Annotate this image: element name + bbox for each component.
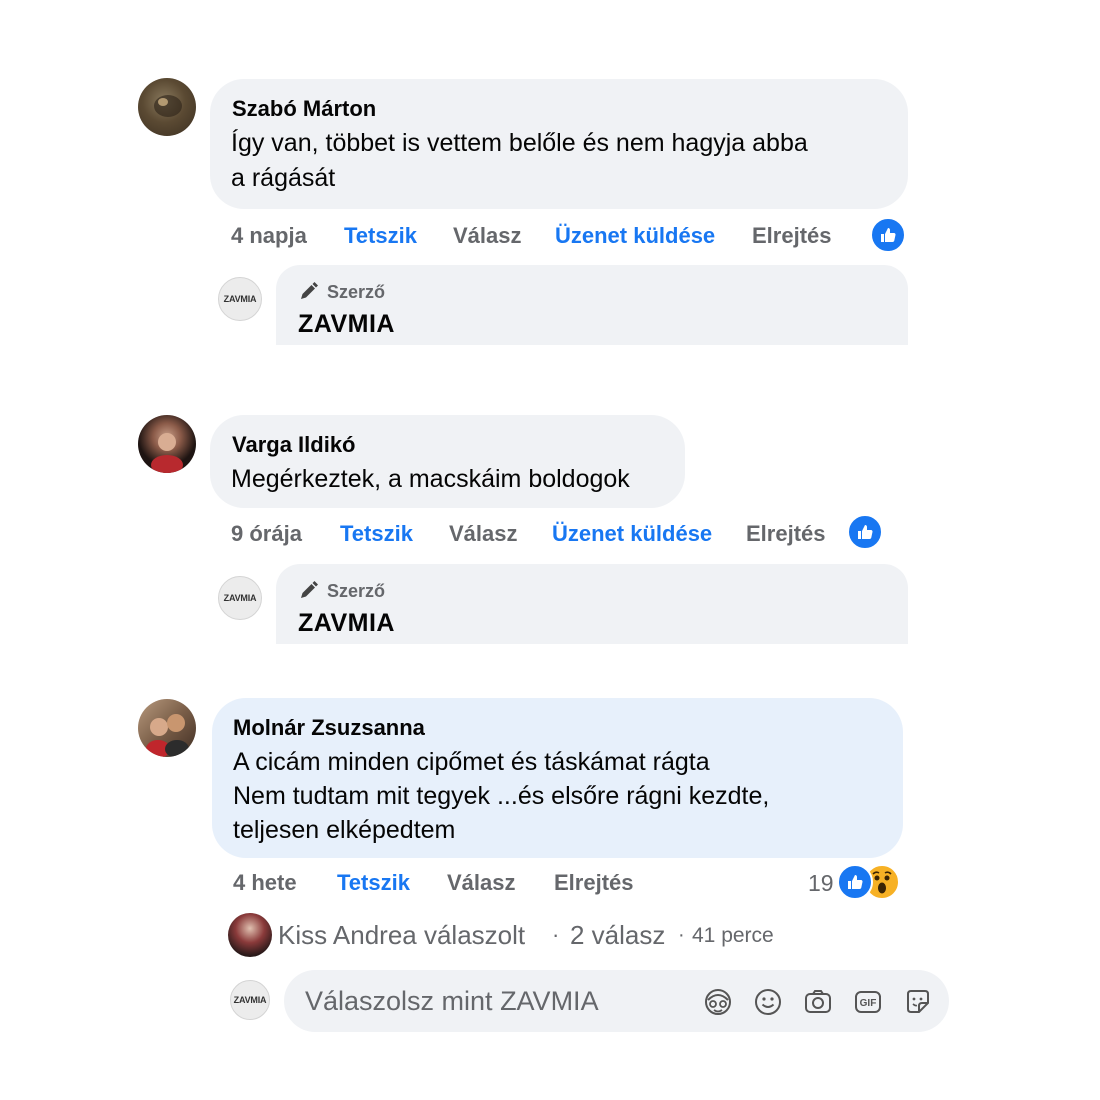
- reply-author-name[interactable]: ZAVMIA: [298, 609, 395, 638]
- view-replies-link[interactable]: 2 válasz: [570, 920, 665, 951]
- reply-button[interactable]: Válasz: [449, 521, 518, 547]
- comment-timestamp[interactable]: 9 órája: [231, 521, 302, 547]
- comment-timestamp[interactable]: 4 hete: [233, 870, 297, 896]
- profile-photo: [154, 95, 182, 117]
- camera-icon[interactable]: [802, 986, 834, 1018]
- reply-button[interactable]: Válasz: [447, 870, 516, 896]
- like-button[interactable]: Tetszik: [340, 521, 413, 547]
- gif-icon[interactable]: GIF: [852, 986, 884, 1018]
- profile-photo: [146, 714, 189, 757]
- comment-timestamp[interactable]: 4 napja: [231, 223, 307, 249]
- reply-author-name[interactable]: ZAVMIA: [298, 310, 395, 339]
- profile-photo: [151, 433, 183, 473]
- comment-text-line: Nem tudtam mit tegyek ...és elsőre rágni…: [233, 782, 770, 810]
- comment-text-line: teljesen elképedtem: [233, 816, 456, 844]
- like-reaction-icon[interactable]: [870, 217, 906, 253]
- reaction-count[interactable]: 19: [808, 870, 834, 897]
- hide-button[interactable]: Elrejtés: [752, 223, 832, 249]
- like-reaction-icon[interactable]: [837, 864, 873, 900]
- page-avatar[interactable]: ZAVMIA: [230, 980, 270, 1020]
- replies-time: 41 perce: [692, 924, 774, 947]
- like-button[interactable]: Tetszik: [344, 223, 417, 249]
- avatar[interactable]: [138, 699, 196, 757]
- hide-button[interactable]: Elrejtés: [746, 521, 826, 547]
- avatar[interactable]: [138, 78, 196, 136]
- avatar-sticker-icon[interactable]: [702, 986, 734, 1018]
- send-message-button[interactable]: Üzenet küldése: [555, 223, 715, 249]
- comment-author[interactable]: Szabó Márton: [232, 96, 376, 122]
- comment-author[interactable]: Molnár Zsuzsanna: [233, 715, 425, 741]
- hide-button[interactable]: Elrejtés: [554, 870, 634, 896]
- comment-text-line: A cicám minden cipőmet és táskámat rágta: [233, 748, 710, 776]
- sticker-icon[interactable]: [902, 986, 934, 1018]
- like-reaction-icon[interactable]: [847, 514, 883, 550]
- pencil-icon: [301, 282, 318, 299]
- page-avatar[interactable]: ZAVMIA: [218, 576, 262, 620]
- pencil-icon: [301, 581, 318, 598]
- replies-separator: ·: [552, 922, 560, 947]
- svg-text:GIF: GIF: [860, 998, 877, 1009]
- comment-text-line: a rágását: [231, 164, 336, 192]
- emoji-icon[interactable]: [752, 986, 784, 1018]
- comment-author[interactable]: Varga Ildikó: [232, 432, 356, 458]
- replies-separator: ·: [678, 924, 685, 946]
- reply-avatar[interactable]: [228, 913, 272, 957]
- author-badge: Szerző: [327, 581, 386, 601]
- avatar[interactable]: [138, 415, 196, 473]
- reply-placeholder[interactable]: Válaszolsz mint ZAVMIA: [305, 986, 599, 1017]
- like-button[interactable]: Tetszik: [337, 870, 410, 896]
- author-badge: Szerző: [327, 282, 386, 302]
- send-message-button[interactable]: Üzenet küldése: [552, 521, 712, 547]
- replies-author[interactable]: Kiss Andrea válaszolt: [278, 920, 525, 951]
- reply-button[interactable]: Válasz: [453, 223, 522, 249]
- page-avatar[interactable]: ZAVMIA: [218, 277, 262, 321]
- comment-text-line: Így van, többet is vettem belőle és nem …: [231, 129, 808, 157]
- comment-text-line: Megérkeztek, a macskáim boldogok: [231, 465, 630, 493]
